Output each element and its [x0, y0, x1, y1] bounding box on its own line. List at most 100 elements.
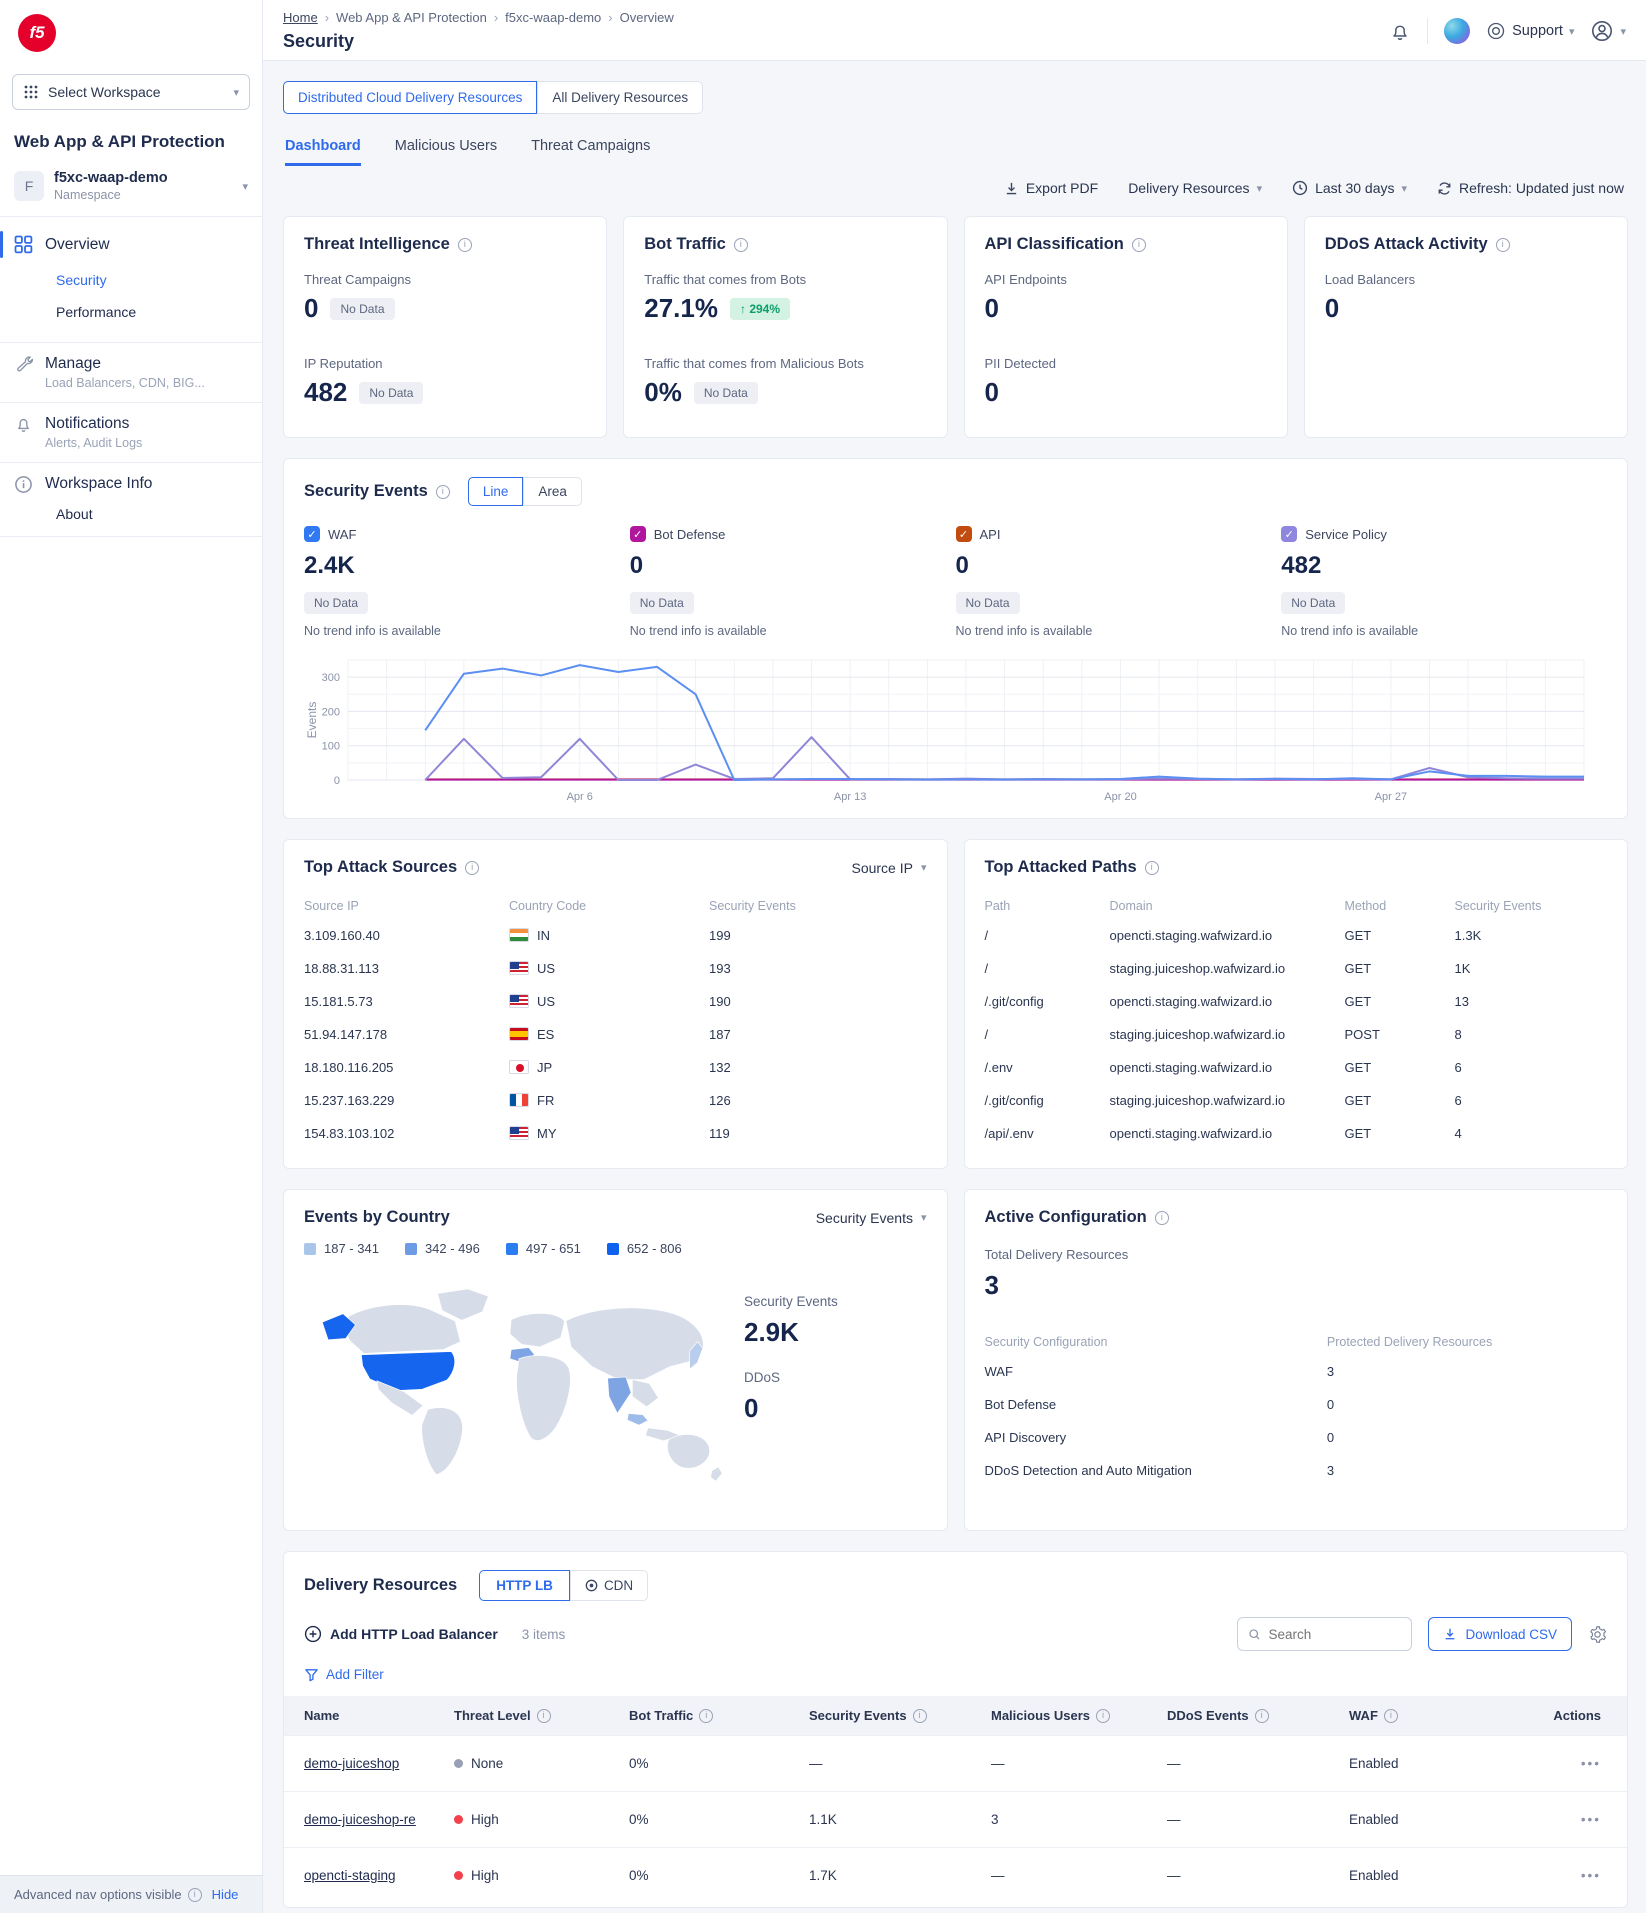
notifications-bell-icon[interactable] — [1389, 20, 1411, 42]
namespace-selector[interactable]: F f5xc-waap-demo Namespace ▾ — [0, 164, 262, 217]
toggle-cdn[interactable]: CDN — [570, 1570, 648, 1601]
threat-level-text: High — [471, 1868, 499, 1883]
tab-dashboard[interactable]: Dashboard — [285, 138, 361, 166]
toggle-http-lb[interactable]: HTTP LB — [479, 1570, 570, 1601]
col-header-threat-level[interactable]: Threat Level — [454, 1708, 531, 1723]
add-filter-button[interactable]: Add Filter — [284, 1651, 1627, 1696]
sidebar-item-security[interactable]: Security — [0, 264, 262, 296]
tab-threat-campaigns[interactable]: Threat Campaigns — [531, 138, 650, 166]
info-icon[interactable]: i — [734, 238, 748, 252]
toggle-distributed-cloud[interactable]: Distributed Cloud Delivery Resources — [283, 81, 537, 114]
grid-dots-icon — [23, 84, 39, 100]
country-code: JP — [537, 1060, 552, 1075]
series-label: WAF — [328, 527, 356, 542]
world-map[interactable] — [304, 1264, 734, 1512]
time-range-dropdown[interactable]: Last 30 days ▾ — [1292, 180, 1407, 196]
download-csv-button[interactable]: Download CSV — [1428, 1617, 1572, 1651]
waf-status-cell: Enabled — [1349, 1812, 1504, 1827]
hide-nav-link[interactable]: Hide — [212, 1887, 239, 1902]
sidebar-item-label: Manage — [45, 355, 205, 373]
gear-icon[interactable] — [1588, 1625, 1607, 1644]
sidebar-item-overview[interactable]: Overview — [0, 225, 262, 264]
method: GET — [1345, 1126, 1455, 1141]
card-title: API Classification — [985, 235, 1124, 254]
sidebar-item-notifications[interactable]: Notifications Alerts, Audit Logs — [0, 402, 262, 462]
col-header-ddos-events[interactable]: DDoS Events — [1167, 1708, 1249, 1723]
sidebar-item-manage[interactable]: Manage Load Balancers, CDN, BIG... — [0, 342, 262, 402]
country-flag-icon — [509, 928, 529, 942]
breadcrumb-home[interactable]: Home — [283, 10, 318, 25]
col-header-actions: Actions — [1504, 1708, 1627, 1723]
refresh-button[interactable]: Refresh: Updated just now — [1437, 180, 1624, 196]
table-row: /api/.env opencti.staging.wafwizard.io G… — [985, 1117, 1608, 1150]
row-actions-menu[interactable]: ••• — [1504, 1756, 1627, 1771]
account-menu[interactable]: ▾ — [1590, 19, 1626, 43]
series-checkbox[interactable]: ✓ — [1281, 526, 1297, 542]
workspace-select[interactable]: Select Workspace ▾ — [12, 74, 250, 110]
info-icon[interactable]: i — [537, 1709, 551, 1723]
resource-name-link[interactable]: demo-juiceshop — [304, 1756, 454, 1771]
resource-name-link[interactable]: opencti-staging — [304, 1868, 454, 1883]
lb-type-toggle: HTTP LB CDN — [479, 1570, 648, 1601]
sidebar-item-workspace-info[interactable]: Workspace Info — [0, 462, 262, 506]
f5-logo[interactable]: f5 — [0, 0, 262, 62]
ddos-attack-activity-card: DDoS Attack Activityi Load Balancers 0 — [1304, 216, 1628, 438]
info-icon[interactable]: i — [913, 1709, 927, 1723]
col-header-name[interactable]: Name — [304, 1708, 454, 1723]
info-icon[interactable]: i — [1496, 238, 1510, 252]
chart-mode-line[interactable]: Line — [468, 477, 524, 506]
breadcrumb-item[interactable]: Web App & API Protection — [336, 10, 487, 25]
sidebar-item-label: Notifications — [45, 415, 142, 433]
table-row: / staging.juiceshop.wafwizard.io GET 1K — [985, 952, 1608, 985]
row-actions-menu[interactable]: ••• — [1504, 1812, 1627, 1827]
wrench-icon — [14, 355, 33, 374]
breadcrumb: Home › Web App & API Protection › f5xc-w… — [283, 10, 674, 25]
info-icon[interactable]: i — [465, 861, 479, 875]
domain: staging.juiceshop.wafwizard.io — [1110, 1027, 1345, 1042]
series-checkbox[interactable]: ✓ — [304, 526, 320, 542]
download-csv-label: Download CSV — [1465, 1627, 1557, 1642]
map-metric-dropdown[interactable]: Security Events▾ — [816, 1210, 927, 1226]
delivery-resources-dropdown[interactable]: Delivery Resources ▾ — [1128, 180, 1262, 196]
series-checkbox[interactable]: ✓ — [630, 526, 646, 542]
col-header-malicious-users[interactable]: Malicious Users — [991, 1708, 1090, 1723]
toggle-all-delivery[interactable]: All Delivery Resources — [537, 81, 703, 114]
protected-count: 3 — [1327, 1463, 1607, 1478]
search-input[interactable] — [1268, 1627, 1401, 1642]
info-icon[interactable]: i — [699, 1709, 713, 1723]
resource-name-link[interactable]: demo-juiceshop-re — [304, 1812, 454, 1827]
info-icon[interactable]: i — [1384, 1709, 1398, 1723]
support-menu[interactable]: Support ▾ — [1486, 21, 1574, 41]
row-actions-menu[interactable]: ••• — [1504, 1868, 1627, 1883]
info-icon[interactable]: i — [436, 485, 450, 499]
tab-malicious-users[interactable]: Malicious Users — [395, 138, 497, 166]
info-icon[interactable]: i — [1132, 238, 1146, 252]
info-icon[interactable]: i — [458, 238, 472, 252]
security-events-count: 187 — [709, 1027, 927, 1042]
info-icon[interactable]: i — [1096, 1709, 1110, 1723]
chart-mode-area[interactable]: Area — [523, 477, 582, 506]
col-header-waf[interactable]: WAF — [1349, 1708, 1378, 1723]
header-divider — [1427, 18, 1428, 44]
info-icon[interactable]: i — [1255, 1709, 1269, 1723]
bucket-swatch — [304, 1243, 316, 1255]
domain: opencti.staging.wafwizard.io — [1110, 928, 1345, 943]
sidebar-item-about[interactable]: About — [0, 506, 262, 537]
search-icon — [1248, 1627, 1261, 1642]
filter-funnel-icon — [304, 1667, 319, 1682]
malicious-users-cell: 3 — [991, 1812, 1167, 1827]
tenant-avatar[interactable] — [1444, 18, 1470, 44]
map-legend: 187 - 341 342 - 496 497 - 651 — [304, 1241, 927, 1256]
breadcrumb-item[interactable]: Overview — [620, 10, 674, 25]
col-header-security-events[interactable]: Security Events — [809, 1708, 907, 1723]
col-header-bot-traffic[interactable]: Bot Traffic — [629, 1708, 693, 1723]
breadcrumb-item[interactable]: f5xc-waap-demo — [505, 10, 601, 25]
export-pdf-button[interactable]: Export PDF — [1004, 180, 1098, 196]
add-http-load-balancer-button[interactable]: Add HTTP Load Balancer — [304, 1625, 498, 1643]
info-icon[interactable]: i — [1155, 1211, 1169, 1225]
series-checkbox[interactable]: ✓ — [956, 526, 972, 542]
info-icon[interactable]: i — [1145, 861, 1159, 875]
sidebar-item-performance[interactable]: Performance — [0, 296, 262, 328]
group-by-dropdown[interactable]: Source IP▾ — [851, 860, 926, 876]
stat-value: 0% — [644, 377, 682, 408]
